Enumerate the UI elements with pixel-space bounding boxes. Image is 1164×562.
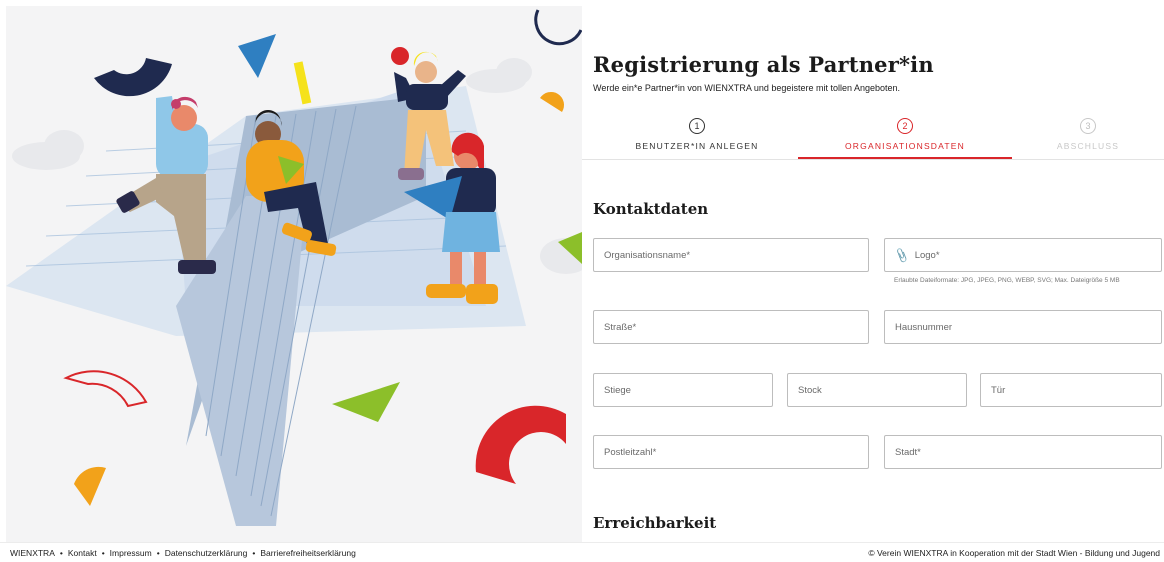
step-label: ABSCHLUSS — [1056, 141, 1120, 151]
postleitzahl-field[interactable] — [593, 435, 869, 469]
organisationsname-field[interactable] — [593, 238, 869, 272]
tuer-field[interactable] — [980, 373, 1162, 407]
stadt-input[interactable] — [895, 446, 1161, 458]
step-benutzer-anlegen[interactable]: 1 BENUTZER*IN ANLEGEN — [592, 118, 802, 151]
footer-separator: • — [59, 547, 63, 558]
footer-separator: • — [252, 547, 256, 558]
stiege-input[interactable] — [604, 384, 772, 396]
footer-separator: • — [156, 547, 160, 558]
tuer-input[interactable] — [991, 384, 1161, 396]
page-footer: WIENXTRA • Kontakt • Impressum • Datenschutzer… — [0, 542, 1164, 562]
stock-input[interactable] — [798, 384, 966, 396]
registration-stepper: 1 BENUTZER*IN ANLEGEN 2 ORGANISATIONSDAT… — [582, 118, 1164, 162]
step-number: 2 — [897, 118, 913, 134]
footer-link-kontakt[interactable]: Kontakt — [68, 548, 97, 558]
step-organisationsdaten[interactable]: 2 ORGANISATIONSDATEN — [798, 118, 1012, 159]
strasse-field[interactable] — [593, 310, 869, 344]
section-title-kontaktdaten: Kontaktdaten — [593, 200, 709, 218]
postleitzahl-input[interactable] — [604, 446, 868, 458]
logo-format-hint: Erlaubte Dateiformate: JPG, JPEG, PNG, W… — [894, 277, 1120, 284]
hausnummer-input[interactable] — [895, 321, 1161, 333]
footer-copyright: © Verein WIENXTRA in Kooperation mit der… — [868, 547, 1160, 558]
footer-link-barrierefreiheit[interactable]: Barrierefreiheitserklärung — [260, 548, 355, 558]
logo-upload-field[interactable]: 📎 — [884, 238, 1162, 272]
step-label: BENUTZER*IN ANLEGEN — [635, 141, 759, 151]
footer-separator: • — [101, 547, 105, 558]
stiege-field[interactable] — [593, 373, 773, 407]
strasse-input[interactable] — [604, 321, 868, 333]
section-title-erreichbarkeit: Erreichbarkeit — [593, 514, 717, 532]
footer-links: WIENXTRA • Kontakt • Impressum • Datenschutzer… — [10, 548, 356, 558]
page-title: Registrierung als Partner*in — [593, 52, 934, 77]
active-step-indicator — [798, 157, 1012, 159]
organisationsname-input[interactable] — [604, 249, 868, 261]
logo-input[interactable] — [914, 249, 1161, 261]
stock-field[interactable] — [787, 373, 967, 407]
stepper-rail — [582, 159, 1164, 160]
footer-link-wienxtra[interactable]: WIENXTRA — [10, 548, 55, 558]
registration-form-panel: Registrierung als Partner*in Werde ein*e… — [582, 0, 1164, 542]
step-number: 1 — [689, 118, 705, 134]
footer-link-impressum[interactable]: Impressum — [110, 548, 152, 558]
registration-illustration — [6, 6, 582, 542]
paperclip-icon: 📎 — [893, 247, 911, 264]
step-abschluss: 3 ABSCHLUSS — [1012, 118, 1164, 151]
footer-link-datenschutz[interactable]: Datenschutzerklärung — [165, 548, 248, 558]
step-number: 3 — [1080, 118, 1096, 134]
stadt-field[interactable] — [884, 435, 1162, 469]
step-label: ORGANISATIONSDATEN — [845, 141, 965, 151]
page-subtitle: Werde ein*e Partner*in von WIENXTRA und … — [593, 83, 901, 93]
hausnummer-field[interactable] — [884, 310, 1162, 344]
